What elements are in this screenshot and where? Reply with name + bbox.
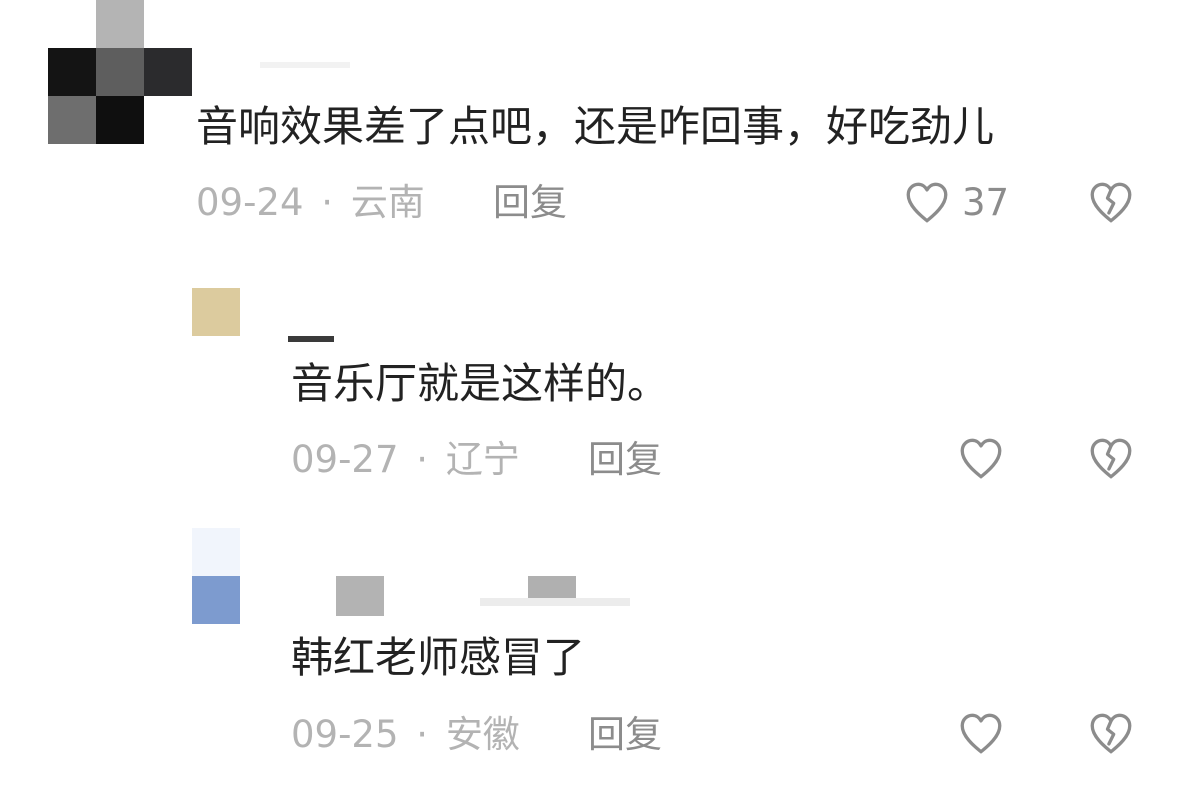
username-redacted: [528, 576, 576, 600]
reply-button[interactable]: 回复: [588, 716, 662, 753]
dislike-button[interactable]: [1086, 433, 1136, 483]
broken-heart-icon: [1090, 438, 1132, 479]
heart-outline-icon: [906, 182, 948, 223]
username-redacted: [480, 598, 630, 606]
comment-text: 音响效果差了点吧，还是咋回事，好吃劲儿: [196, 102, 995, 151]
comment-meta: 09-27 · 辽宁: [291, 441, 520, 478]
like-button[interactable]: [902, 177, 952, 227]
avatar[interactable]: [192, 528, 240, 624]
comment-text: 音乐厅就是这样的。: [291, 359, 670, 408]
like-button[interactable]: [956, 708, 1006, 758]
broken-heart-icon: [1090, 182, 1132, 223]
comment-date: 09-27: [291, 438, 399, 481]
meta-separator: ·: [416, 438, 429, 481]
broken-heart-icon: [1090, 713, 1132, 754]
reply-button[interactable]: 回复: [588, 441, 662, 478]
dislike-button[interactable]: [1086, 177, 1136, 227]
comment-meta: 09-25 · 安徽: [291, 716, 520, 753]
comment-date: 09-25: [291, 713, 399, 756]
username-redacted: [260, 62, 350, 68]
dislike-button[interactable]: [1086, 708, 1136, 758]
like-count: 37: [962, 181, 1010, 224]
reply-button[interactable]: 回复: [493, 184, 567, 221]
avatar[interactable]: [192, 288, 240, 336]
heart-outline-icon: [960, 438, 1002, 479]
username-redacted: [288, 336, 334, 342]
comment-location: 辽宁: [445, 438, 520, 481]
comment-meta: 09-24 · 云南: [196, 184, 425, 221]
meta-separator: ·: [321, 181, 334, 224]
comment-location: 云南: [350, 181, 425, 224]
comment-text: 韩红老师感冒了: [291, 633, 586, 682]
comment-date: 09-24: [196, 181, 304, 224]
like-button[interactable]: [956, 433, 1006, 483]
username-redacted: [336, 576, 384, 616]
heart-outline-icon: [960, 713, 1002, 754]
comment-location: 安徽: [445, 713, 520, 756]
avatar[interactable]: [48, 0, 192, 144]
meta-separator: ·: [416, 713, 429, 756]
